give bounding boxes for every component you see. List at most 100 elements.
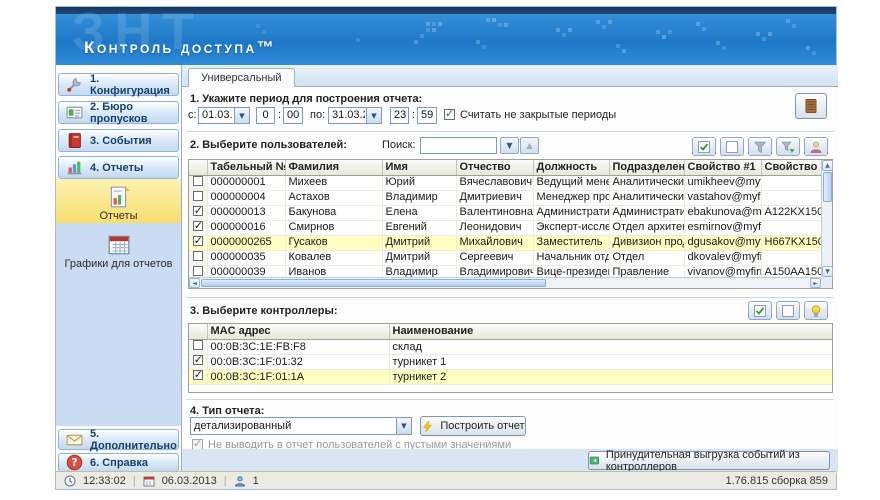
table-cell: vastahov@myfirm.or <box>684 190 761 205</box>
select-all-controllers-button[interactable] <box>748 301 772 320</box>
table-cell: Административный <box>533 205 609 220</box>
sidebar-item-configuration[interactable]: 1. Конфигурация <box>58 73 179 96</box>
build-report-button[interactable]: Построить отчет <box>420 416 526 436</box>
scroll-up-icon[interactable]: ▲ <box>822 160 833 171</box>
table-row[interactable]: 000000013БакуноваЕленаВалентиновнаАдмини… <box>189 205 821 220</box>
table-row[interactable]: 000000001МихеевЮрийВячеславовичВедущий м… <box>189 175 821 190</box>
to-date-combo[interactable]: 31.03.2013 ▼ <box>328 107 382 124</box>
users-horizontal-scrollbar[interactable]: ◄ ► <box>189 277 821 288</box>
content-area: Универсальный 1. Укажите период для пост… <box>181 65 838 473</box>
vertical-scroll-thumb[interactable] <box>823 172 832 202</box>
row-checkbox[interactable] <box>193 191 203 201</box>
table-row[interactable]: 000000039ИвановВладимирВладимировичВице-… <box>189 265 821 277</box>
table-row[interactable]: 000000035КовалевДмитрийСергеевичНачальни… <box>189 250 821 265</box>
row-select-cell <box>189 339 207 354</box>
chevron-down-icon[interactable]: ▼ <box>366 108 381 123</box>
horizontal-scroll-thumb[interactable] <box>201 279 546 287</box>
table-row[interactable]: 00:0B:3C:1F:01:1Aтурникет 2 <box>189 369 832 384</box>
controllers-lamp-button[interactable] <box>804 301 828 320</box>
section-separator <box>186 131 834 132</box>
check-all-icon <box>697 140 711 154</box>
table-row[interactable]: 00:0B:3C:1E:FB:F8склад <box>189 339 832 354</box>
chevron-down-icon[interactable]: ▼ <box>234 108 249 123</box>
table-cell: 00:0B:3C:1F:01:1A <box>207 369 389 384</box>
column-header[interactable]: Имя <box>382 160 456 175</box>
scroll-down-icon[interactable]: ▼ <box>822 266 833 277</box>
row-checkbox[interactable] <box>193 206 203 216</box>
table-cell: Михеев <box>285 175 382 190</box>
table-cell: 00:0B:3C:1E:FB:F8 <box>207 339 389 354</box>
lightbulb-icon <box>809 304 823 318</box>
calendar-icon <box>107 233 131 257</box>
column-header[interactable]: MAC адрес <box>207 324 389 339</box>
column-header[interactable]: Наименование <box>389 324 832 339</box>
table-row[interactable]: 00:0B:3C:1F:01:32турникет 1 <box>189 354 832 369</box>
table-cell: Дмитрий <box>382 235 456 250</box>
scroll-right-icon[interactable]: ► <box>810 278 821 288</box>
search-input[interactable] <box>420 137 497 154</box>
submenu-item-reports[interactable]: Отчеты <box>56 179 181 223</box>
column-header[interactable]: Табельный № <box>207 160 285 175</box>
column-header[interactable]: Отчество <box>456 160 533 175</box>
row-checkbox[interactable] <box>193 266 203 276</box>
scroll-left-icon[interactable]: ◄ <box>189 278 200 288</box>
row-checkbox[interactable] <box>193 340 203 350</box>
submenu-item-report-schedules[interactable]: Графики для отчетов <box>56 227 181 273</box>
open-periods-checkbox[interactable] <box>444 109 455 120</box>
row-checkbox[interactable] <box>193 370 203 380</box>
deselect-all-users-button[interactable] <box>720 137 744 156</box>
search-up-button[interactable]: ▲ <box>520 137 539 154</box>
sidebar-item-label: 6. Справка <box>90 457 148 469</box>
column-header[interactable]: Свойство #2 <box>761 160 821 175</box>
users-vertical-scrollbar[interactable]: ▲ ▼ <box>821 160 832 277</box>
table-cell: Елена <box>382 205 456 220</box>
column-header[interactable]: Свойство #1 <box>684 160 761 175</box>
table-cell: Гусаков <box>285 235 382 250</box>
select-all-users-button[interactable] <box>692 137 716 156</box>
row-checkbox[interactable] <box>193 236 203 246</box>
user-filter-button[interactable] <box>804 137 828 156</box>
sidebar-item-events[interactable]: 3. События <box>58 129 179 152</box>
row-checkbox[interactable] <box>193 176 203 186</box>
to-minute-field[interactable]: 59 <box>417 107 437 124</box>
chevron-down-icon[interactable]: ▼ <box>396 418 411 434</box>
help-icon: ? <box>66 454 83 471</box>
row-select-cell <box>189 220 207 235</box>
row-checkbox[interactable] <box>193 251 203 261</box>
sidebar-item-additional[interactable]: 5. Дополнительно <box>58 429 179 450</box>
from-hour-field[interactable]: 0 <box>256 107 275 124</box>
table-cell: Сергеевич <box>456 250 533 265</box>
table-cell: 000000035 <box>207 250 285 265</box>
table-row[interactable]: 0000000265ГусаковДмитрийМихайловичЗамест… <box>189 235 821 250</box>
sidebar-item-reports[interactable]: 4. Отчеты <box>58 156 179 179</box>
row-checkbox[interactable] <box>193 355 203 365</box>
report-type-combo[interactable]: детализированный ▼ <box>190 417 412 435</box>
table-cell: Астахов <box>285 190 382 205</box>
report-type-value: детализированный <box>194 420 395 433</box>
tab-universal[interactable]: Универсальный <box>188 68 295 87</box>
table-row[interactable]: 000000004АстаховВладимирДмитриевичМенедж… <box>189 190 821 205</box>
sidebar-item-help[interactable]: ? 6. Справка <box>58 453 179 472</box>
column-header[interactable]: Должность <box>533 160 609 175</box>
deselect-all-controllers-button[interactable] <box>776 301 800 320</box>
to-label: по: <box>310 107 325 124</box>
filter-apply-button[interactable] <box>776 137 800 156</box>
column-header[interactable]: Фамилия <box>285 160 382 175</box>
table-row[interactable]: 000000016СмирновЕвгенийЛеонидовичЭксперт… <box>189 220 821 235</box>
from-minute-field[interactable]: 00 <box>283 107 303 124</box>
column-header[interactable]: Подразделение <box>609 160 684 175</box>
filter-button[interactable] <box>748 137 772 156</box>
journal-button[interactable] <box>795 93 827 119</box>
table-cell: склад <box>389 339 832 354</box>
table-cell <box>761 250 821 265</box>
report-page-icon <box>107 185 131 209</box>
table-cell: Административный <box>609 205 684 220</box>
from-date-combo[interactable]: 01.03.2013 ▼ <box>198 107 250 124</box>
sidebar-item-pass-office[interactable]: 2. Бюро пропусков <box>58 101 179 124</box>
sidebar-item-label: 2. Бюро пропусков <box>90 101 178 125</box>
search-down-button[interactable]: ▼ <box>500 137 519 154</box>
export-events-icon <box>589 454 600 467</box>
to-hour-field[interactable]: 23 <box>390 107 409 124</box>
force-export-button[interactable]: Принудительная выгрузка событий из контр… <box>588 451 830 470</box>
row-checkbox[interactable] <box>193 221 203 231</box>
